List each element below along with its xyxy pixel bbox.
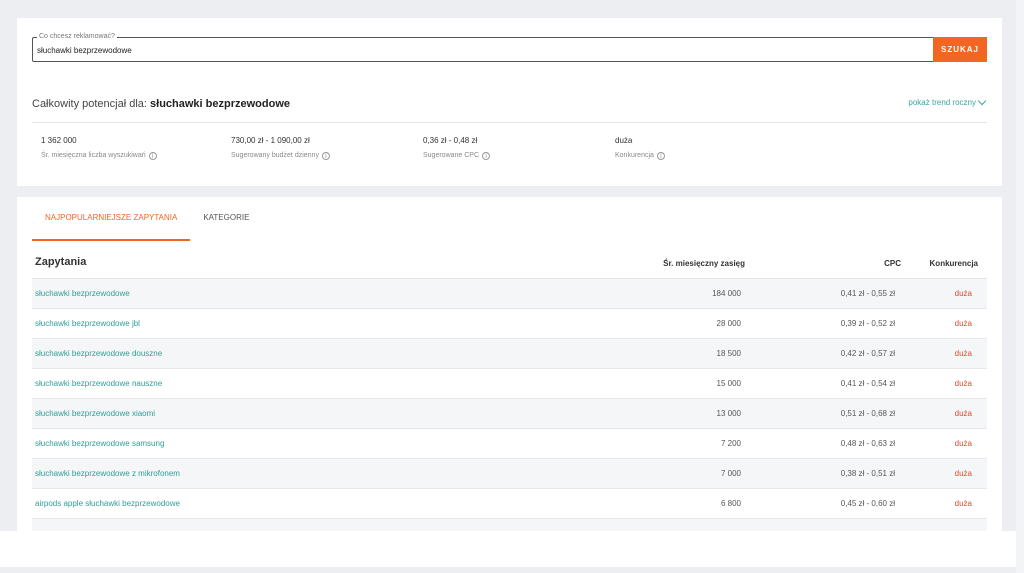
reach-value: 7 000 (720, 469, 741, 478)
stat-label: Konkurencja i (615, 151, 665, 161)
results-table: słuchawki bezprzewodowe 184 000 0,41 zł … (32, 279, 987, 531)
stat-value: duża (615, 136, 633, 145)
cpc-value: 0,41 zł - 0,54 zł (840, 379, 895, 388)
competition-value: duża (954, 469, 972, 478)
reach-value: 18 500 (716, 349, 741, 358)
stat-value: 730,00 zł - 1 090,00 zł (231, 136, 310, 145)
stat-label-text: Sugerowany budżet dzienny (231, 152, 319, 159)
query-link[interactable]: słuchawki bezprzewodowe douszne (35, 349, 162, 359)
search-field[interactable]: Co chcesz reklamować? (32, 32, 935, 62)
reach-value: 6 800 (720, 499, 741, 508)
info-icon[interactable]: i (321, 152, 330, 160)
stat-label-text: Śr. miesięczna liczba wyszukiwań (41, 152, 146, 159)
right-gutter (1016, 0, 1024, 573)
reach-value: 15 000 (716, 379, 741, 388)
cpc-value: 0,48 zł - 0,63 zł (840, 439, 895, 448)
potential-prefix: Całkowity potencjał dla: (32, 98, 151, 110)
table-row (32, 519, 987, 531)
stat-label-text: Sugerowane CPC (423, 152, 480, 159)
header-competition[interactable]: Konkurencja (930, 259, 978, 268)
competition-value: duża (954, 499, 972, 508)
table-row: słuchawki bezprzewodowe xiaomi 13 000 0,… (32, 399, 987, 429)
search-card: Co chcesz reklamować? SZUKAJ Całkowity p… (17, 18, 1002, 186)
competition-value: duża (954, 409, 972, 418)
table-row: słuchawki bezprzewodowe nauszne 15 000 0… (32, 369, 987, 399)
stat-label: Sugerowany budżet dzienny i (231, 151, 330, 161)
chevron-down-icon (977, 96, 987, 106)
stat-avg-searches: 1 362 000 Śr. miesięczna liczba wyszukiw… (41, 136, 157, 161)
cpc-value: 0,41 zł - 0,55 zł (840, 289, 895, 298)
query-link[interactable]: słuchawki bezprzewodowe (35, 289, 130, 299)
header-queries[interactable]: Zapytania (35, 256, 86, 268)
cpc-value: 0,39 zł - 0,52 zł (840, 319, 895, 328)
search-button[interactable]: SZUKAJ (933, 37, 987, 62)
query-link[interactable]: airpods apple słuchawki bezprzewodowe (35, 499, 180, 509)
query-link[interactable]: słuchawki bezprzewodowe nauszne (35, 379, 162, 389)
stat-label-text: Konkurencja (615, 152, 654, 159)
cpc-value: 0,45 zł - 0,60 zł (840, 499, 895, 508)
reach-value: 28 000 (716, 319, 741, 328)
competition-value: duża (954, 319, 972, 328)
tab-categories[interactable]: KATEGORIE (190, 197, 262, 241)
stat-value: 1 362 000 (41, 136, 77, 145)
cpc-value: 0,51 zł - 0,68 zł (840, 409, 895, 418)
info-icon[interactable]: i (482, 152, 491, 160)
competition-value: duża (954, 439, 972, 448)
stat-label: Śr. miesięczna liczba wyszukiwań i (41, 151, 157, 161)
reach-value: 13 000 (716, 409, 741, 418)
cpc-value: 0,38 zł - 0,51 zł (840, 469, 895, 478)
table-row: słuchawki bezprzewodowe z mikrofonem 7 0… (32, 459, 987, 489)
search-legend: Co chcesz reklamować? (37, 32, 117, 41)
competition-value: duża (954, 289, 972, 298)
competition-value: duża (954, 379, 972, 388)
table-header: Zapytania Śr. miesięczny zasięg CPC Konk… (32, 254, 987, 279)
header-cpc[interactable]: CPC (884, 259, 901, 268)
header-avg-reach[interactable]: Śr. miesięczny zasięg (663, 259, 745, 268)
info-icon[interactable]: i (656, 152, 665, 160)
table-row: słuchawki bezprzewodowe douszne 18 500 0… (32, 339, 987, 369)
table-row: słuchawki bezprzewodowe 184 000 0,41 zł … (32, 279, 987, 309)
table-row: słuchawki bezprzewodowe jbl 28 000 0,39 … (32, 309, 987, 339)
stat-value: 0,36 zł - 0,48 zł (423, 136, 478, 145)
tab-popular-queries[interactable]: NAJPOPULARNIEJSZE ZAPYTANIA (32, 197, 191, 241)
table-row: airpods apple słuchawki bezprzewodowe 6 … (32, 489, 987, 519)
query-link[interactable]: słuchawki bezprzewodowe xiaomi (35, 409, 155, 419)
results-card: NAJPOPULARNIEJSZE ZAPYTANIA KATEGORIE Za… (17, 197, 1002, 531)
show-trend-label: pokaż trend roczny (908, 98, 976, 107)
show-trend-link[interactable]: pokaż trend roczny (908, 96, 987, 107)
divider (32, 122, 987, 123)
query-link[interactable]: słuchawki bezprzewodowe samsung (35, 439, 164, 449)
query-link[interactable]: słuchawki bezprzewodowe z mikrofonem (35, 469, 180, 479)
competition-value: duża (954, 349, 972, 358)
reach-value: 184 000 (712, 289, 741, 298)
info-icon[interactable]: i (148, 152, 157, 160)
stat-daily-budget: 730,00 zł - 1 090,00 zł Sugerowany budże… (231, 136, 330, 161)
stat-label: Sugerowane CPC i (423, 151, 491, 161)
potential-title: Całkowity potencjał dla: słuchawki bezpr… (32, 98, 290, 110)
stat-cpc: 0,36 zł - 0,48 zł Sugerowane CPC i (423, 136, 491, 161)
search-input[interactable] (37, 43, 917, 57)
table-row: słuchawki bezprzewodowe samsung 7 200 0,… (32, 429, 987, 459)
tab-bar: NAJPOPULARNIEJSZE ZAPYTANIA KATEGORIE (32, 197, 262, 241)
footer-strip (0, 531, 1016, 567)
reach-value: 7 200 (720, 439, 741, 448)
query-link[interactable]: słuchawki bezprzewodowe jbl (35, 319, 140, 329)
potential-keyword: słuchawki bezprzewodowe (150, 98, 290, 110)
cpc-value: 0,42 zł - 0,57 zł (840, 349, 895, 358)
stat-competition: duża Konkurencja i (615, 136, 665, 161)
